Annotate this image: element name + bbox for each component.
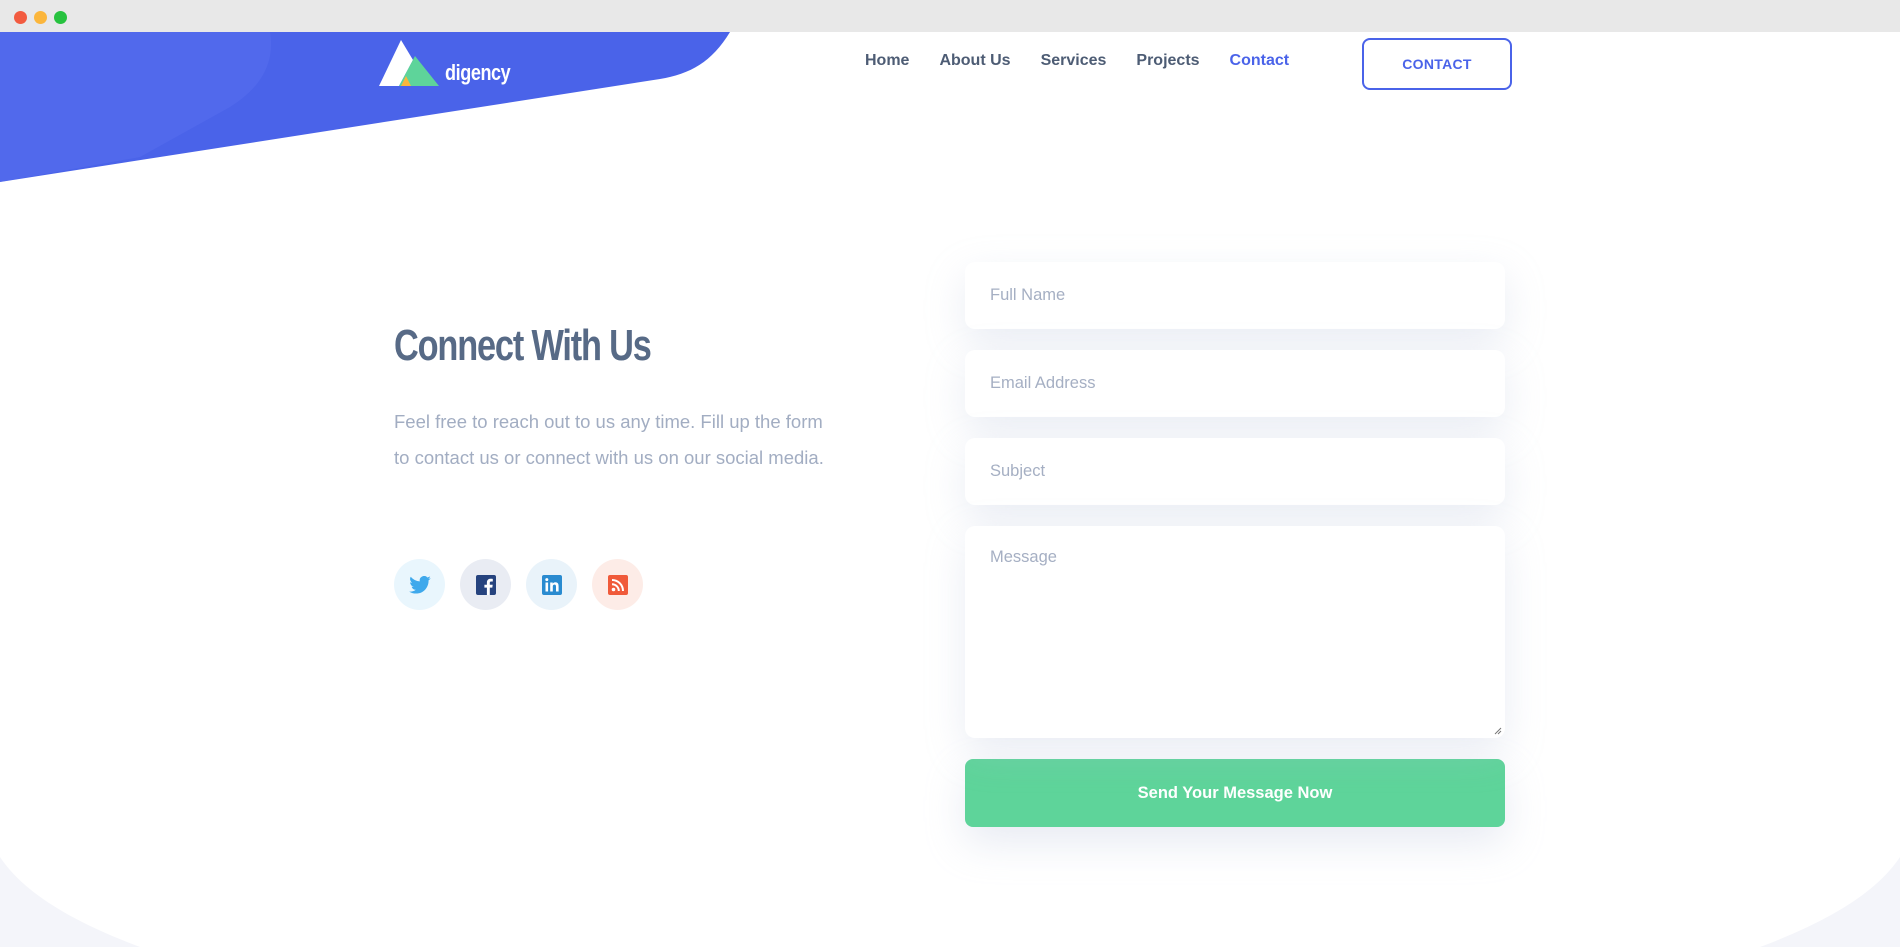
message-textarea[interactable]: [990, 548, 1505, 728]
twitter-icon: [408, 575, 431, 594]
page: digency Home About Us Services Projects …: [0, 32, 1900, 947]
section-description: Feel free to reach out to us any time. F…: [394, 411, 824, 468]
social-link-twitter[interactable]: [394, 559, 445, 610]
nav-item-home[interactable]: Home: [865, 52, 909, 70]
rss-icon: [607, 574, 628, 595]
nav-item-services[interactable]: Services: [1041, 52, 1107, 70]
full-name-input[interactable]: [990, 286, 1505, 305]
window-minimize-button[interactable]: [34, 11, 47, 24]
browser-titlebar: [0, 0, 1900, 32]
window-maximize-button[interactable]: [54, 11, 67, 24]
nav-item-about-us[interactable]: About Us: [939, 52, 1010, 70]
resize-handle-icon[interactable]: [1494, 727, 1502, 735]
bottom-wave-background: [0, 857, 1900, 947]
mountain-triangles-logo-icon: [379, 40, 439, 86]
nav-item-contact[interactable]: Contact: [1230, 52, 1290, 70]
brand-name: digency: [445, 60, 511, 85]
nav-item-projects[interactable]: Projects: [1136, 52, 1199, 70]
facebook-icon: [475, 574, 496, 595]
message-field-wrapper: [965, 526, 1505, 738]
social-links: [394, 559, 643, 610]
contact-intro: Connect With Us Feel free to reach out t…: [394, 321, 834, 475]
send-message-button[interactable]: Send Your Message Now: [965, 759, 1505, 827]
social-link-facebook[interactable]: [460, 559, 511, 610]
window-close-button[interactable]: [14, 11, 27, 24]
section-heading: Connect With Us: [394, 321, 652, 370]
linkedin-icon: [541, 574, 562, 595]
subject-field-wrapper: [965, 438, 1505, 505]
social-link-rss[interactable]: [592, 559, 643, 610]
email-input[interactable]: [990, 374, 1505, 393]
social-link-linkedin[interactable]: [526, 559, 577, 610]
contact-form: Send Your Message Now: [965, 262, 1505, 827]
main-nav: Home About Us Services Projects Contact: [865, 52, 1319, 70]
brand-logo[interactable]: digency: [379, 38, 525, 88]
email-field-wrapper: [965, 350, 1505, 417]
contact-cta-button[interactable]: CONTACT: [1362, 38, 1512, 90]
subject-input[interactable]: [990, 462, 1505, 481]
full-name-field-wrapper: [965, 262, 1505, 329]
